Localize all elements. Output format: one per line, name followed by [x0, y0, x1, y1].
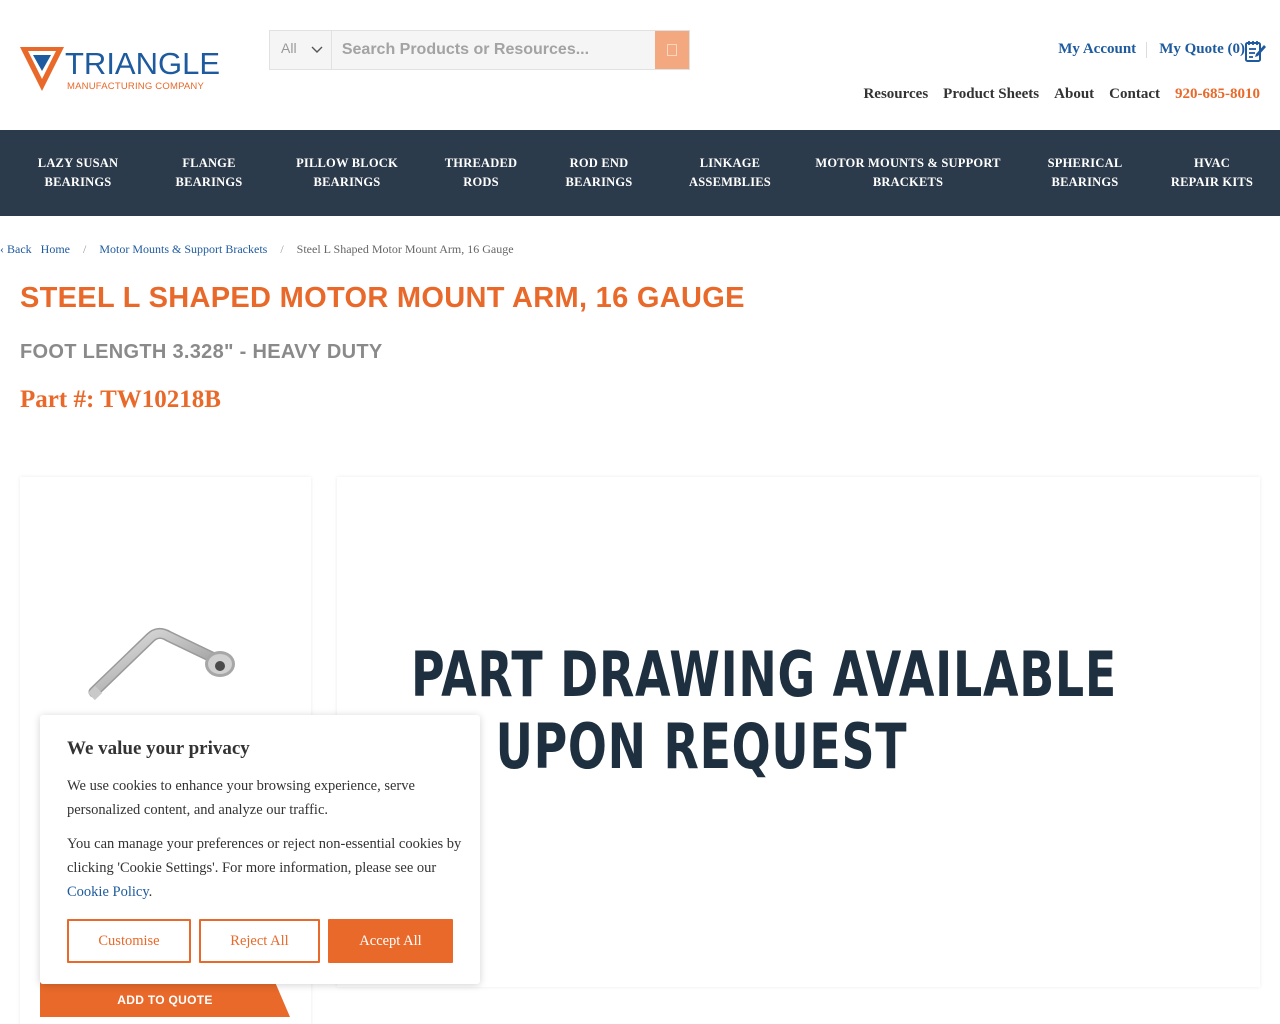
- nav-item-line: BEARINGS: [175, 175, 243, 189]
- my-account-link[interactable]: My Account: [1058, 41, 1136, 58]
- nav-item-linkage-assemblies[interactable]: LINKAGE ASSEMBLIES: [680, 154, 780, 192]
- cookie-preferences-text: You can manage your preferences or rejec…: [67, 832, 462, 904]
- category-nav: LAZY SUSAN BEARINGS FLANGE BEARINGS PILL…: [0, 130, 1280, 216]
- logo-subtitle: MANUFACTURING COMPANY: [67, 81, 205, 92]
- cookie-description: We use cookies to enhance your browsing …: [67, 778, 415, 818]
- quote-pad-icon[interactable]: [1244, 39, 1266, 63]
- nav-item-line: MOTOR MOUNTS & SUPPORT: [815, 156, 1001, 170]
- accept-all-button[interactable]: Accept All: [328, 919, 453, 963]
- part-number: Part #: TW10218B: [20, 386, 221, 413]
- breadcrumb-separator: /: [82, 242, 87, 256]
- nav-item-threaded-rods[interactable]: THREADED RODS: [436, 154, 526, 192]
- customise-button[interactable]: Customise: [67, 919, 191, 963]
- search-category-select[interactable]: All: [270, 31, 332, 69]
- nav-item-hvac-repair-kits[interactable]: HVAC REPAIR KITS: [1164, 154, 1260, 192]
- utility-nav: Resources Product Sheets About Contact 9…: [848, 86, 1260, 103]
- search-bar: All: [269, 30, 690, 70]
- cookie-consent-banner: We value your privacy We use cookies to …: [40, 715, 480, 984]
- product-image[interactable]: [88, 612, 248, 712]
- breadcrumb-home[interactable]: Home: [41, 242, 70, 257]
- chevron-down-icon: [311, 46, 323, 53]
- cookie-policy-link[interactable]: Cookie Policy: [67, 884, 149, 900]
- nav-item-line: SPHERICAL: [1047, 156, 1123, 170]
- breadcrumb-current: Steel L Shaped Motor Mount Arm, 16 Gauge: [296, 242, 514, 256]
- drawing-text-line: UPON REQUEST: [495, 710, 908, 783]
- breadcrumb-separator: /: [280, 242, 284, 256]
- nav-item-line: PILLOW BLOCK: [296, 156, 398, 170]
- nav-item-line: REPAIR KITS: [1170, 175, 1254, 189]
- product-sheets-link[interactable]: Product Sheets: [943, 86, 1039, 103]
- back-link[interactable]: ‹ Back: [0, 242, 32, 257]
- nav-item-line: BEARINGS: [1051, 175, 1119, 189]
- search-button[interactable]: [655, 31, 689, 69]
- nav-item-line: RODS: [463, 175, 499, 189]
- search-input[interactable]: [331, 31, 656, 69]
- cookie-preferences-copy: You can manage your preferences or rejec…: [67, 836, 462, 876]
- cookie-period: .: [148, 884, 153, 900]
- breadcrumb: ‹ Back Home / Motor Mounts & Support Bra…: [0, 242, 514, 257]
- nav-item-line: LINKAGE: [699, 156, 761, 170]
- my-quote-link[interactable]: My Quote (0): [1159, 41, 1245, 58]
- breadcrumb-category[interactable]: Motor Mounts & Support Brackets: [99, 242, 267, 257]
- about-link[interactable]: About: [1054, 86, 1094, 103]
- account-links: My Account My Quote (0): [1058, 41, 1245, 58]
- phone-link[interactable]: 920-685-8010: [1175, 86, 1260, 103]
- site-logo[interactable]: TRIANGLE MANUFACTURING COMPANY: [20, 45, 220, 95]
- nav-item-line: LAZY SUSAN: [37, 156, 119, 170]
- reject-all-button[interactable]: Reject All: [199, 919, 320, 963]
- cookie-title: We value your privacy: [67, 738, 250, 759]
- contact-link[interactable]: Contact: [1109, 86, 1160, 103]
- drawing-text-line: PART DRAWING AVAILABLE: [411, 638, 1117, 711]
- resources-link[interactable]: Resources: [863, 86, 928, 103]
- product-subtitle: FOOT LENGTH 3.328" - HEAVY DUTY: [20, 341, 383, 363]
- site-header: TRIANGLE MANUFACTURING COMPANY All My Ac…: [0, 0, 1280, 130]
- nav-item-rod-end-bearings[interactable]: ROD END BEARINGS: [554, 154, 644, 192]
- nav-item-lazy-susan-bearings[interactable]: LAZY SUSAN BEARINGS: [28, 154, 128, 192]
- nav-item-line: BEARINGS: [44, 175, 112, 189]
- nav-item-line: ASSEMBLIES: [689, 175, 771, 189]
- product-title: STEEL L SHAPED MOTOR MOUNT ARM, 16 GAUGE: [20, 282, 745, 314]
- nav-item-line: BEARINGS: [313, 175, 381, 189]
- search-icon: [667, 44, 678, 56]
- nav-item-line: FLANGE: [182, 156, 236, 170]
- nav-item-line: BRACKETS: [872, 175, 944, 189]
- logo-wordmark: TRIANGLE: [65, 46, 221, 81]
- part-drawing-placeholder: PART DRAWING AVAILABLE UPON REQUEST: [411, 638, 1117, 783]
- nav-item-motor-mounts-support-brackets[interactable]: MOTOR MOUNTS & SUPPORT BRACKETS: [812, 154, 1004, 192]
- nav-item-line: ROD END: [569, 156, 629, 170]
- add-to-quote-button[interactable]: ADD TO QUOTE: [40, 982, 290, 1017]
- divider: [1146, 41, 1148, 58]
- search-category-label: All: [281, 40, 297, 56]
- nav-item-line: BEARINGS: [565, 175, 633, 189]
- nav-item-line: HVAC: [1194, 156, 1230, 170]
- nav-item-line: THREADED: [444, 156, 518, 170]
- nav-item-flange-bearings[interactable]: FLANGE BEARINGS: [163, 154, 255, 192]
- nav-item-spherical-bearings[interactable]: SPHERICAL BEARINGS: [1040, 154, 1130, 192]
- nav-item-pillow-block-bearings[interactable]: PILLOW BLOCK BEARINGS: [290, 154, 404, 192]
